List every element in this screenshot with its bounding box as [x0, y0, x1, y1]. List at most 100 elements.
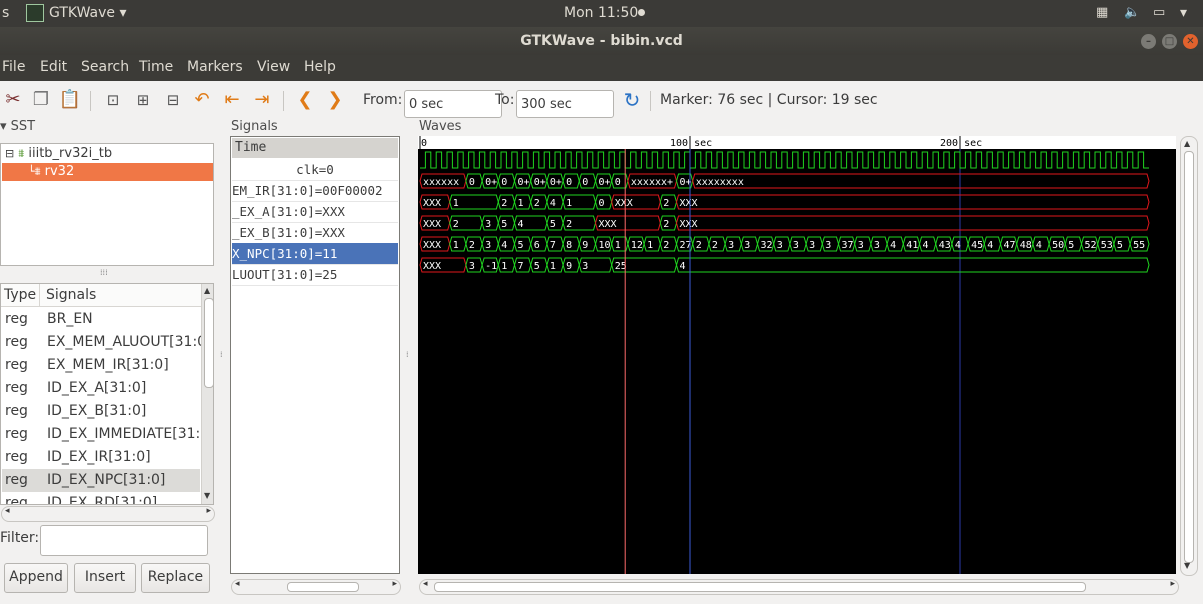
app-menu-button[interactable]: GTKWave ▾: [49, 5, 127, 21]
scrollbar-thumb[interactable]: [287, 582, 359, 592]
volume-icon[interactable]: 🔈: [1124, 5, 1140, 20]
waves-vscroll[interactable]: ▲ ▼: [1180, 136, 1198, 576]
ruler-label: 100 sec: [670, 138, 712, 149]
bus-value-label: 3: [582, 261, 588, 272]
menu-file[interactable]: File: [2, 59, 25, 75]
replace-button[interactable]: Replace: [141, 563, 210, 593]
zoom-out-icon[interactable]: ⊟: [161, 88, 185, 112]
list-item[interactable]: reg ID_EX_A[31:0]: [2, 377, 200, 400]
minimize-button[interactable]: –: [1141, 34, 1156, 49]
signal-row[interactable]: LUOUT[31:0]=25: [232, 264, 398, 286]
filter-input[interactable]: [40, 525, 208, 556]
scroll-left-icon[interactable]: ◂: [5, 506, 10, 516]
sst-expander[interactable]: ▾ SST: [0, 119, 35, 134]
scroll-up-icon[interactable]: ▲: [204, 286, 210, 295]
tree-item-tb[interactable]: ⊟ ⩩ iiitb_rv32i_tb: [5, 145, 112, 163]
battery-icon[interactable]: ▭: [1153, 5, 1165, 20]
list-item[interactable]: reg ID_EX_B[31:0]: [2, 400, 200, 423]
bus-value-label: 48: [1020, 240, 1032, 251]
scrollbar-thumb[interactable]: [204, 298, 213, 388]
close-button[interactable]: ✕: [1183, 34, 1198, 49]
from-input[interactable]: [404, 90, 502, 118]
list-item[interactable]: reg ID_EX_IR[31:0]: [2, 446, 200, 469]
pane-grip[interactable]: ⁞⁞⁞: [100, 268, 108, 277]
signal-row[interactable]: _EX_A[31:0]=XXX: [232, 201, 398, 223]
bus-value-label: 37: [842, 240, 854, 251]
find-previous-edge-icon[interactable]: ❮: [293, 88, 317, 112]
column-header-signals[interactable]: Signals: [46, 287, 96, 303]
scroll-down-icon[interactable]: ▼: [1184, 561, 1190, 570]
cut-icon[interactable]: ✂: [1, 88, 25, 112]
list-item[interactable]: reg BR_EN: [2, 308, 200, 331]
list-item[interactable]: reg ID_EX_NPC[31:0]: [2, 469, 200, 492]
menu-search[interactable]: Search: [81, 59, 129, 75]
waveform-canvas[interactable]: 0 100 sec 200 secxxxxxx 0 0+ 0 0+ 0+ 0+ 0 0 0+ 0 xxxx…: [418, 136, 1176, 574]
menu-time[interactable]: Time: [139, 59, 173, 75]
menu-bar: File Edit Search Time Markers View Help: [0, 55, 1203, 81]
zoom-in-icon[interactable]: ⊞: [131, 88, 155, 112]
signal-row[interactable]: clk=0: [232, 159, 398, 181]
append-button[interactable]: Append: [4, 563, 68, 593]
reload-icon[interactable]: ↻: [620, 88, 644, 112]
zoom-to-start-icon[interactable]: ⇤: [220, 88, 244, 112]
scrollbar-thumb[interactable]: [1184, 151, 1194, 563]
activities-button[interactable]: s: [2, 5, 9, 21]
signal-row[interactable]: EM_IR[31:0]=00F00002: [232, 180, 398, 202]
waves-hscroll[interactable]: ◂ ▸: [419, 579, 1179, 595]
bus-value-label: 2: [696, 240, 702, 251]
scroll-right-icon[interactable]: ▸: [392, 579, 397, 589]
scroll-right-icon[interactable]: ▸: [206, 506, 211, 516]
menu-view[interactable]: View: [257, 59, 290, 75]
notification-dot-icon: [638, 9, 645, 16]
pane-grip[interactable]: ⁞: [220, 350, 223, 359]
scroll-up-icon[interactable]: ▲: [1184, 139, 1190, 148]
list-item[interactable]: reg EX_MEM_IR[31:0]: [2, 354, 200, 377]
tree-item-rv32[interactable]: └⩩ rv32: [2, 163, 213, 181]
copy-icon[interactable]: ❐: [29, 88, 53, 112]
bus-value-label: 3: [485, 219, 491, 230]
pane-grip[interactable]: ⁞: [406, 350, 409, 359]
signal-row[interactable]: X_NPC[31:0]=11: [232, 243, 398, 265]
bus-value-label: 4: [955, 240, 961, 251]
scroll-left-icon[interactable]: ◂: [423, 579, 428, 589]
bus-value-label: 2: [534, 198, 540, 209]
paste-icon[interactable]: 📋: [58, 88, 82, 112]
bus-value-label: 45: [971, 240, 983, 251]
list-item[interactable]: reg ID_EX_IMMEDIATE[31:0: [2, 423, 209, 446]
signal-name: ID_EX_NPC[31:0]: [47, 472, 166, 488]
column-header-type[interactable]: Type: [4, 287, 36, 303]
signals-pane-hscroll[interactable]: ◂ ▸: [231, 579, 401, 595]
chevron-down-icon: ▾: [0, 119, 7, 134]
clock[interactable]: Mon 11:50: [564, 5, 638, 21]
to-input[interactable]: [516, 90, 614, 118]
zoom-fit-icon[interactable]: ⊡: [101, 88, 125, 112]
menu-markers[interactable]: Markers: [187, 59, 243, 75]
menu-edit[interactable]: Edit: [40, 59, 67, 75]
hierarchy-tree: ⊟ ⩩ iiitb_rv32i_tb └⩩ rv32: [0, 143, 214, 266]
network-icon[interactable]: ▦: [1096, 5, 1108, 20]
bus-value-label: 50: [1052, 240, 1064, 251]
bus-value-label: 12: [631, 240, 643, 251]
bus-value-label: 55: [1133, 240, 1145, 251]
scrollbar-thumb[interactable]: [434, 582, 1086, 592]
bus-value-label: 1: [550, 261, 556, 272]
bus-value-label: 47: [1004, 240, 1016, 251]
system-menu-chevron-icon[interactable]: ▾: [1180, 5, 1187, 21]
scroll-left-icon[interactable]: ◂: [235, 579, 240, 589]
find-next-edge-icon[interactable]: ❯: [323, 88, 347, 112]
maximize-button[interactable]: □: [1162, 34, 1177, 49]
signal-row[interactable]: _EX_B[31:0]=XXX: [232, 222, 398, 244]
signals-name-pane: Time clk=0 EM_IR[31:0]=00F00002 _EX_A[31:0…: [230, 136, 400, 574]
insert-button[interactable]: Insert: [74, 563, 136, 593]
zoom-to-end-icon[interactable]: ⇥: [250, 88, 274, 112]
bus-value-label: 53: [1101, 240, 1113, 251]
scroll-right-icon[interactable]: ▸: [1170, 579, 1175, 589]
signals-list-hscroll[interactable]: ◂ ▸: [1, 506, 215, 522]
list-item[interactable]: reg ID_EX_RD[31:0]: [2, 492, 200, 504]
signals-list-scrollbar[interactable]: ▲ ▼: [201, 284, 213, 504]
toolbar-separator: [650, 91, 651, 111]
scroll-down-icon[interactable]: ▼: [204, 491, 210, 500]
list-item[interactable]: reg EX_MEM_ALUOUT[31:0: [2, 331, 206, 354]
menu-help[interactable]: Help: [304, 59, 336, 75]
undo-zoom-icon[interactable]: ↶: [190, 88, 214, 112]
